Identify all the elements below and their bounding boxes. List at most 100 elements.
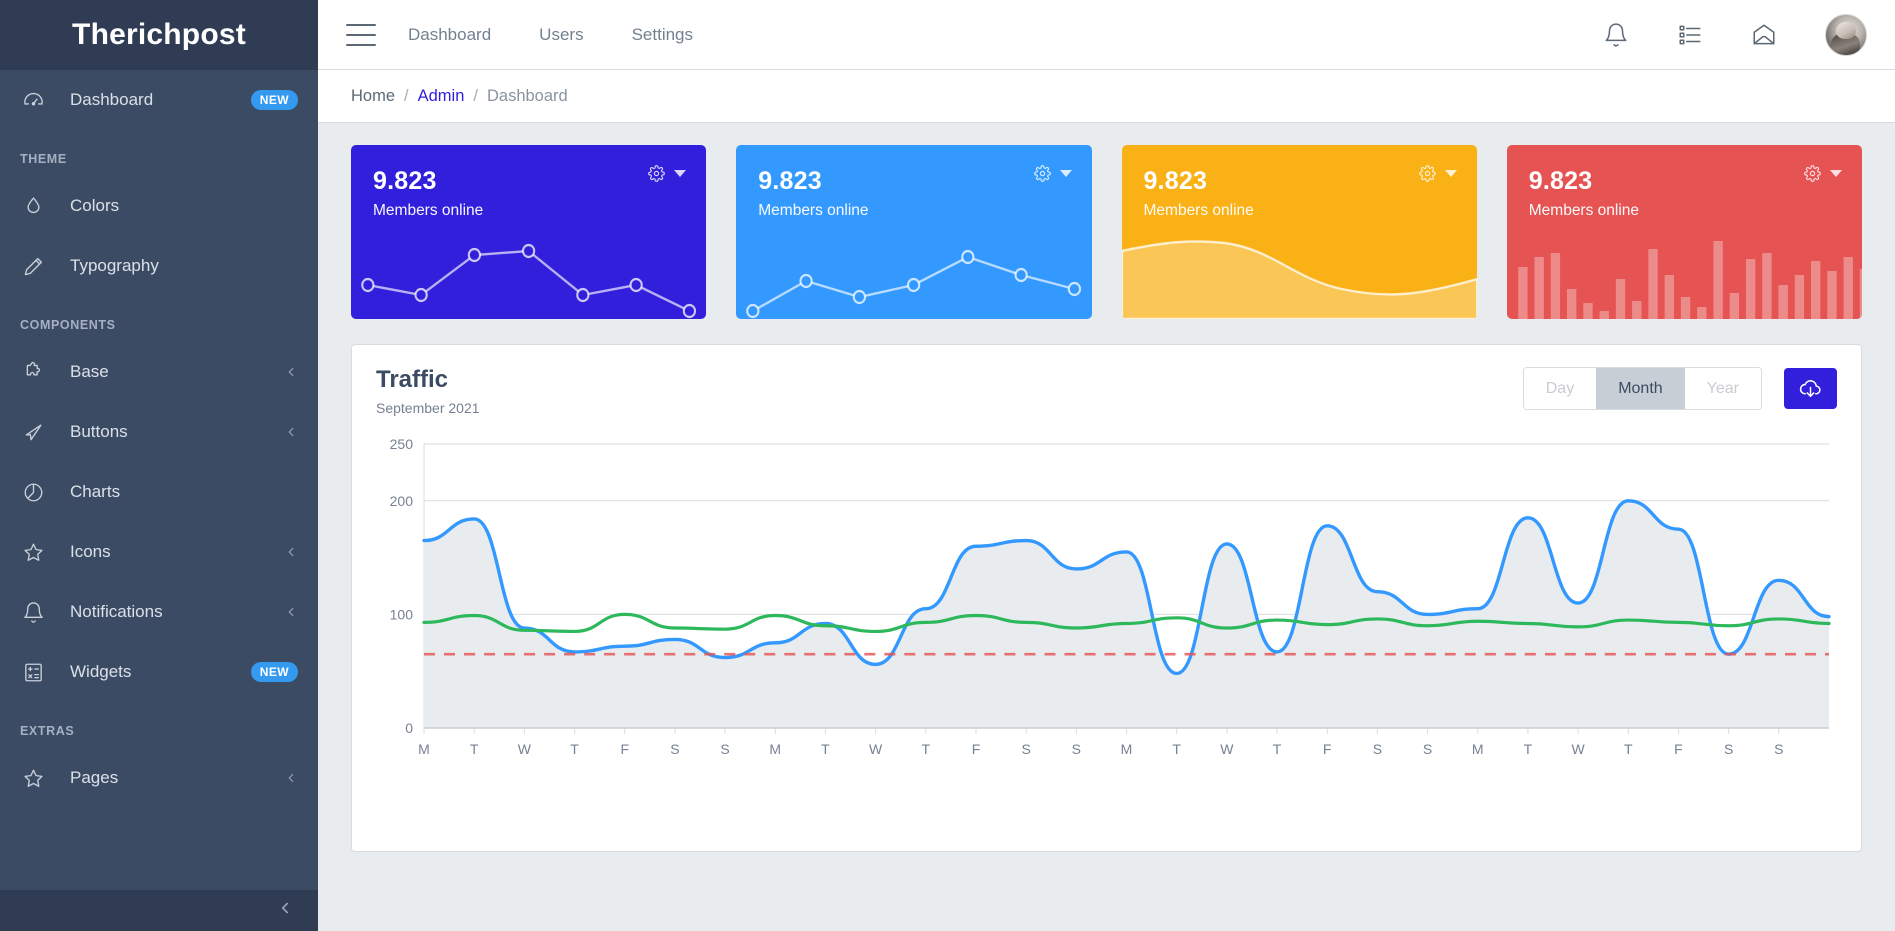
svg-text:T: T	[1624, 741, 1633, 757]
sidebar-item-pages[interactable]: Pages	[0, 748, 318, 808]
svg-text:S: S	[720, 741, 729, 757]
sidebar-item-base[interactable]: Base	[0, 342, 318, 402]
stat-card-value: 9.823	[1529, 167, 1840, 196]
gear-icon	[1034, 165, 1051, 182]
svg-text:200: 200	[390, 493, 414, 509]
star-icon	[20, 765, 46, 791]
stat-card-value: 9.823	[758, 167, 1069, 196]
avatar[interactable]	[1825, 14, 1867, 56]
caret-down-icon	[1445, 170, 1457, 177]
sidebar-item-widgets[interactable]: WidgetsNEW	[0, 642, 318, 702]
page-title: Traffic	[376, 367, 480, 393]
stat-card-label: Members online	[758, 202, 1069, 220]
sidebar-item-typography[interactable]: Typography	[0, 236, 318, 296]
list-icon[interactable]	[1677, 22, 1703, 48]
svg-text:S: S	[1373, 741, 1382, 757]
traffic-chart-svg: 0100200250MTWTFSSMTWTFSSMTWTFSSMTWTFSS	[376, 436, 1837, 766]
svg-text:T: T	[922, 741, 931, 757]
sidebar-item-label: Buttons	[70, 422, 284, 442]
sidebar-collapse-button[interactable]	[0, 890, 318, 931]
cursor-icon	[20, 419, 46, 445]
calculator-icon	[20, 659, 46, 685]
status-badge: NEW	[251, 662, 298, 682]
stat-card-value: 9.823	[1144, 167, 1455, 196]
stat-card-sparkline	[736, 223, 1091, 319]
chevron-left-icon	[284, 545, 298, 559]
drop-icon	[20, 193, 46, 219]
chevron-left-icon	[276, 899, 294, 922]
svg-text:S: S	[1423, 741, 1432, 757]
stat-card: 9.823 Members online	[351, 145, 706, 319]
download-button[interactable]	[1784, 368, 1837, 409]
card-menu-button[interactable]	[1034, 165, 1072, 182]
sidebar-item-dashboard[interactable]: DashboardNEW	[0, 70, 318, 130]
sidebar-item-label: Icons	[70, 542, 284, 562]
svg-text:M: M	[1472, 741, 1484, 757]
top-nav: Dashboard Users Settings	[408, 25, 693, 45]
range-toggle-group: Day Month Year	[1523, 367, 1762, 410]
breadcrumb-admin[interactable]: Admin	[418, 87, 465, 106]
sidebar-item-notifications[interactable]: Notifications	[0, 582, 318, 642]
sidebar: Therichpost DashboardNEWTHEMEColorsTypog…	[0, 0, 318, 931]
topnav-item-settings[interactable]: Settings	[632, 25, 693, 45]
app-root: Therichpost DashboardNEWTHEMEColorsTypog…	[0, 0, 1895, 931]
svg-text:F: F	[972, 741, 981, 757]
traffic-panel: Traffic September 2021 Day Month Year	[351, 344, 1862, 852]
stat-card: 9.823 Members online	[736, 145, 1091, 319]
sidebar-item-icons[interactable]: Icons	[0, 522, 318, 582]
puzzle-icon	[20, 359, 46, 385]
card-menu-button[interactable]	[648, 165, 686, 182]
brand-logo[interactable]: Therichpost	[0, 0, 318, 70]
svg-text:F: F	[620, 741, 629, 757]
sidebar-group-title: COMPONENTS	[0, 296, 318, 342]
range-button-day[interactable]: Day	[1524, 368, 1596, 409]
topnav-item-dashboard[interactable]: Dashboard	[408, 25, 491, 45]
stat-card-head: 9.823 Members online	[1507, 145, 1862, 220]
sidebar-item-label: Base	[70, 362, 284, 382]
card-menu-button[interactable]	[1804, 165, 1842, 182]
breadcrumb-current: Dashboard	[487, 87, 568, 106]
hamburger-icon[interactable]	[346, 24, 376, 46]
range-button-year[interactable]: Year	[1685, 368, 1761, 409]
stat-cards: 9.823 Members online 9.823 Members onlin…	[351, 145, 1862, 319]
topnav-item-users[interactable]: Users	[539, 25, 583, 45]
star-icon	[20, 539, 46, 565]
card-menu-button[interactable]	[1419, 165, 1457, 182]
breadcrumb: Home / Admin / Dashboard	[318, 70, 1895, 123]
gear-icon	[1419, 165, 1436, 182]
pie-chart-icon	[20, 479, 46, 505]
sidebar-item-charts[interactable]: Charts	[0, 462, 318, 522]
svg-text:F: F	[1323, 741, 1332, 757]
stat-card-sparkline	[1122, 223, 1477, 319]
sidebar-group-title: EXTRAS	[0, 702, 318, 748]
svg-text:T: T	[570, 741, 579, 757]
svg-text:T: T	[470, 741, 479, 757]
main-area: Dashboard Users Settings	[318, 0, 1895, 931]
traffic-actions: Day Month Year	[1523, 367, 1837, 410]
sidebar-item-label: Notifications	[70, 602, 284, 622]
breadcrumb-home[interactable]: Home	[351, 87, 395, 106]
sidebar-item-label: Pages	[70, 768, 284, 788]
stat-card-sparkline	[1507, 223, 1862, 319]
chevron-left-icon	[284, 365, 298, 379]
sidebar-item-buttons[interactable]: Buttons	[0, 402, 318, 462]
svg-text:T: T	[821, 741, 830, 757]
caret-down-icon	[1060, 170, 1072, 177]
breadcrumb-separator: /	[473, 87, 478, 106]
bell-icon[interactable]	[1603, 22, 1629, 48]
stat-card-head: 9.823 Members online	[736, 145, 1091, 220]
range-button-month[interactable]: Month	[1596, 368, 1684, 409]
cloud-download-icon	[1799, 377, 1822, 400]
envelope-icon[interactable]	[1751, 22, 1777, 48]
stat-card: 9.823 Members online	[1507, 145, 1862, 319]
sidebar-nav: DashboardNEWTHEMEColorsTypographyCOMPONE…	[0, 70, 318, 890]
sidebar-item-colors[interactable]: Colors	[0, 176, 318, 236]
stat-card: 9.823 Members online	[1122, 145, 1477, 319]
bell-icon	[20, 599, 46, 625]
sidebar-item-label: Colors	[70, 196, 298, 216]
stat-card-value: 9.823	[373, 167, 684, 196]
chevron-left-icon	[284, 425, 298, 439]
traffic-chart: 0100200250MTWTFSSMTWTFSSMTWTFSSMTWTFSS	[376, 436, 1837, 766]
svg-text:W: W	[869, 741, 883, 757]
traffic-header: Traffic September 2021 Day Month Year	[376, 367, 1837, 416]
